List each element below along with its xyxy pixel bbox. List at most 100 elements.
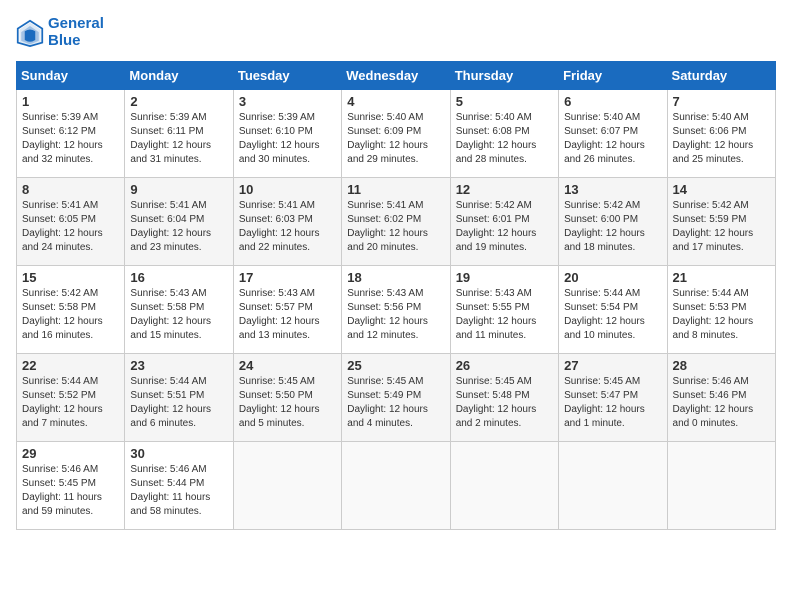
day-number: 14 xyxy=(673,182,770,197)
day-number: 8 xyxy=(22,182,119,197)
calendar-cell: 20Sunrise: 5:44 AMSunset: 5:54 PMDayligh… xyxy=(559,266,667,354)
day-number: 15 xyxy=(22,270,119,285)
day-info: Sunrise: 5:42 AMSunset: 6:00 PMDaylight:… xyxy=(564,199,661,255)
day-header-tuesday: Tuesday xyxy=(233,62,341,90)
calendar-cell: 27 Sunrise: 5:45 AMSunset: 5:47 PMDayligh… xyxy=(559,354,667,442)
page-header: General Blue xyxy=(16,16,776,49)
calendar-cell: 9 Sunrise: 5:41 AMSunset: 6:04 PMDaylight… xyxy=(125,178,233,266)
calendar-cell xyxy=(559,442,667,530)
calendar-cell: 19 Sunrise: 5:43 AMSunset: 5:55 PMDayligh… xyxy=(450,266,558,354)
calendar-week-row: 22 Sunrise: 5:44 AMSunset: 5:52 PMDayligh… xyxy=(17,354,776,442)
calendar-header-row: SundayMondayTuesdayWednesdayThursdayFrid… xyxy=(17,62,776,90)
calendar-cell xyxy=(342,442,450,530)
calendar-cell: 4Sunrise: 5:40 AMSunset: 6:09 PMDaylight… xyxy=(342,90,450,178)
day-number: 16 xyxy=(130,270,227,285)
calendar-cell: 14 Sunrise: 5:42 AMSunset: 5:59 PMDayligh… xyxy=(667,178,775,266)
calendar-cell: 15 Sunrise: 5:42 AMSunset: 5:58 PMDayligh… xyxy=(17,266,125,354)
day-number: 20 xyxy=(564,270,661,285)
calendar-cell: 11Sunrise: 5:41 AMSunset: 6:02 PMDayligh… xyxy=(342,178,450,266)
calendar-cell: 3 Sunrise: 5:39 AMSunset: 6:10 PMDaylight… xyxy=(233,90,341,178)
day-info: Sunrise: 5:46 AMSunset: 5:46 PMDaylight:… xyxy=(673,375,770,431)
day-info: Sunrise: 5:41 AMSunset: 6:04 PMDaylight:… xyxy=(130,199,227,255)
day-number: 22 xyxy=(22,358,119,373)
day-info: Sunrise: 5:43 AMSunset: 5:55 PMDaylight:… xyxy=(456,287,553,343)
calendar-cell: 7 Sunrise: 5:40 AMSunset: 6:06 PMDaylight… xyxy=(667,90,775,178)
logo-text: General Blue xyxy=(48,16,104,49)
calendar-cell: 24Sunrise: 5:45 AMSunset: 5:50 PMDayligh… xyxy=(233,354,341,442)
day-number: 18 xyxy=(347,270,444,285)
day-number: 13 xyxy=(564,182,661,197)
day-number: 25 xyxy=(347,358,444,373)
calendar-cell: 17 Sunrise: 5:43 AMSunset: 5:57 PMDayligh… xyxy=(233,266,341,354)
day-header-friday: Friday xyxy=(559,62,667,90)
calendar-cell xyxy=(450,442,558,530)
day-number: 12 xyxy=(456,182,553,197)
day-number: 9 xyxy=(130,182,227,197)
calendar-cell: 1 Sunrise: 5:39 AMSunset: 6:12 PMDaylight… xyxy=(17,90,125,178)
day-info: Sunrise: 5:46 AMSunset: 5:45 PMDaylight:… xyxy=(22,463,119,519)
day-number: 19 xyxy=(456,270,553,285)
day-header-wednesday: Wednesday xyxy=(342,62,450,90)
calendar-cell: 25 Sunrise: 5:45 AMSunset: 5:49 PMDayligh… xyxy=(342,354,450,442)
day-number: 1 xyxy=(22,94,119,109)
day-info: Sunrise: 5:44 AMSunset: 5:51 PMDaylight:… xyxy=(130,375,227,431)
calendar-cell: 10Sunrise: 5:41 AMSunset: 6:03 PMDayligh… xyxy=(233,178,341,266)
day-number: 27 xyxy=(564,358,661,373)
day-number: 2 xyxy=(130,94,227,109)
calendar-cell: 18 Sunrise: 5:43 AMSunset: 5:56 PMDayligh… xyxy=(342,266,450,354)
calendar-cell: 2 Sunrise: 5:39 AMSunset: 6:11 PMDaylight… xyxy=(125,90,233,178)
calendar-week-row: 1 Sunrise: 5:39 AMSunset: 6:12 PMDaylight… xyxy=(17,90,776,178)
day-info: Sunrise: 5:44 AMSunset: 5:52 PMDaylight:… xyxy=(22,375,119,431)
calendar-cell xyxy=(233,442,341,530)
day-header-monday: Monday xyxy=(125,62,233,90)
day-info: Sunrise: 5:40 AMSunset: 6:06 PMDaylight:… xyxy=(673,111,770,167)
calendar-cell: 16 Sunrise: 5:43 AMSunset: 5:58 PMDayligh… xyxy=(125,266,233,354)
day-header-sunday: Sunday xyxy=(17,62,125,90)
day-info: Sunrise: 5:40 AMSunset: 6:08 PMDaylight:… xyxy=(456,111,553,167)
day-number: 6 xyxy=(564,94,661,109)
day-info: Sunrise: 5:40 AMSunset: 6:07 PMDaylight:… xyxy=(564,111,661,167)
calendar-table: SundayMondayTuesdayWednesdayThursdayFrid… xyxy=(16,61,776,530)
calendar-body: 1 Sunrise: 5:39 AMSunset: 6:12 PMDaylight… xyxy=(17,90,776,530)
calendar-week-row: 15 Sunrise: 5:42 AMSunset: 5:58 PMDayligh… xyxy=(17,266,776,354)
day-number: 4 xyxy=(347,94,444,109)
calendar-cell: 28Sunrise: 5:46 AMSunset: 5:46 PMDayligh… xyxy=(667,354,775,442)
day-number: 24 xyxy=(239,358,336,373)
calendar-cell: 6 Sunrise: 5:40 AMSunset: 6:07 PMDaylight… xyxy=(559,90,667,178)
calendar-cell xyxy=(667,442,775,530)
calendar-cell: 21 Sunrise: 5:44 AMSunset: 5:53 PMDayligh… xyxy=(667,266,775,354)
day-info: Sunrise: 5:44 AMSunset: 5:53 PMDaylight:… xyxy=(673,287,770,343)
day-info: Sunrise: 5:45 AMSunset: 5:47 PMDaylight:… xyxy=(564,375,661,431)
day-info: Sunrise: 5:43 AMSunset: 5:58 PMDaylight:… xyxy=(130,287,227,343)
day-number: 3 xyxy=(239,94,336,109)
day-info: Sunrise: 5:46 AMSunset: 5:44 PMDaylight:… xyxy=(130,463,227,519)
day-info: Sunrise: 5:41 AMSunset: 6:05 PMDaylight:… xyxy=(22,199,119,255)
calendar-cell: 13 Sunrise: 5:42 AMSunset: 6:00 PMDayligh… xyxy=(559,178,667,266)
day-header-saturday: Saturday xyxy=(667,62,775,90)
day-info: Sunrise: 5:39 AMSunset: 6:11 PMDaylight:… xyxy=(130,111,227,167)
day-number: 5 xyxy=(456,94,553,109)
day-info: Sunrise: 5:45 AMSunset: 5:49 PMDaylight:… xyxy=(347,375,444,431)
calendar-cell: 26 Sunrise: 5:45 AMSunset: 5:48 PMDayligh… xyxy=(450,354,558,442)
day-number: 7 xyxy=(673,94,770,109)
day-number: 21 xyxy=(673,270,770,285)
logo-icon xyxy=(16,19,44,47)
day-info: Sunrise: 5:42 AMSunset: 5:59 PMDaylight:… xyxy=(673,199,770,255)
calendar-cell: 30 Sunrise: 5:46 AMSunset: 5:44 PMDayligh… xyxy=(125,442,233,530)
day-header-thursday: Thursday xyxy=(450,62,558,90)
day-info: Sunrise: 5:45 AMSunset: 5:48 PMDaylight:… xyxy=(456,375,553,431)
day-number: 26 xyxy=(456,358,553,373)
day-info: Sunrise: 5:42 AMSunset: 6:01 PMDaylight:… xyxy=(456,199,553,255)
day-info: Sunrise: 5:39 AMSunset: 6:10 PMDaylight:… xyxy=(239,111,336,167)
day-number: 17 xyxy=(239,270,336,285)
day-number: 23 xyxy=(130,358,227,373)
day-info: Sunrise: 5:42 AMSunset: 5:58 PMDaylight:… xyxy=(22,287,119,343)
day-number: 30 xyxy=(130,446,227,461)
calendar-cell: 12 Sunrise: 5:42 AMSunset: 6:01 PMDayligh… xyxy=(450,178,558,266)
calendar-cell: 5 Sunrise: 5:40 AMSunset: 6:08 PMDaylight… xyxy=(450,90,558,178)
day-info: Sunrise: 5:39 AMSunset: 6:12 PMDaylight:… xyxy=(22,111,119,167)
day-info: Sunrise: 5:41 AMSunset: 6:02 PMDaylight:… xyxy=(347,199,444,255)
calendar-cell: 8 Sunrise: 5:41 AMSunset: 6:05 PMDaylight… xyxy=(17,178,125,266)
day-info: Sunrise: 5:43 AMSunset: 5:57 PMDaylight:… xyxy=(239,287,336,343)
day-info: Sunrise: 5:43 AMSunset: 5:56 PMDaylight:… xyxy=(347,287,444,343)
